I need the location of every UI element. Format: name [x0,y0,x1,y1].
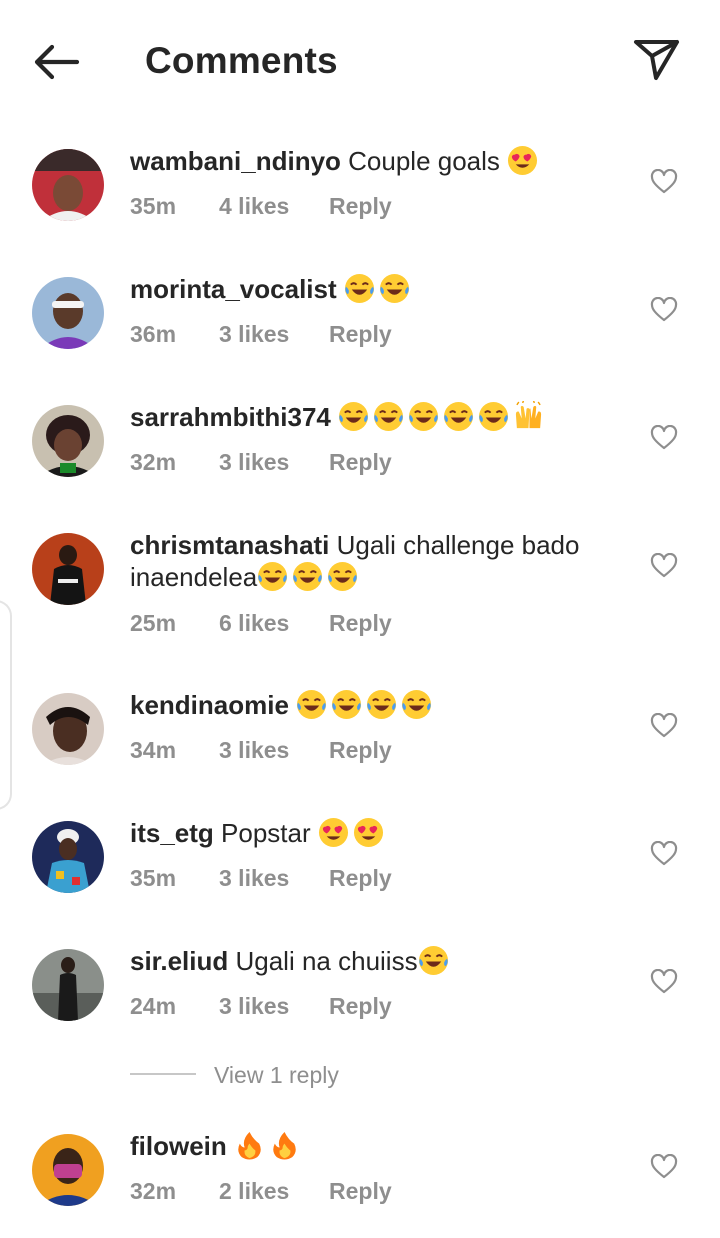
heart-eyes-emoji [507,145,538,176]
comment-likes[interactable]: 3 likes [219,993,289,1020]
tears-of-joy-emoji [344,273,375,304]
avatar[interactable] [32,149,104,221]
tears-of-joy-emoji [401,689,432,720]
avatar[interactable] [32,277,104,349]
heart-eyes-emoji [353,817,384,848]
avatar[interactable] [32,405,104,477]
heart-icon [650,552,678,578]
tears-of-joy-emoji [366,689,397,720]
heart-icon [650,296,678,322]
comment-likes[interactable]: 6 likes [219,610,289,637]
reply-button[interactable]: Reply [329,449,392,476]
comment-username[interactable]: kendinaomie [130,690,289,720]
comment-text: Ugali na chuiiss [228,946,418,976]
reply-button[interactable]: Reply [329,321,392,348]
raising-hands-emoji [513,399,544,432]
comment-username[interactable]: chrismtanashati [130,530,329,560]
back-button[interactable] [30,40,82,84]
comment-text [337,274,344,304]
tears-of-joy-emoji [296,689,327,720]
avatar[interactable] [32,1134,104,1206]
comment-username[interactable]: its_etg [130,818,214,848]
view-replies-divider [130,1073,196,1075]
like-button[interactable] [650,1153,678,1180]
comment-time: 36m [130,321,177,347]
like-button[interactable] [650,168,678,195]
comment-likes[interactable]: 3 likes [219,321,289,348]
heart-icon [650,968,678,994]
tears-of-joy-emoji [331,689,362,720]
comment-likes[interactable]: 3 likes [219,737,289,764]
heart-icon [650,1153,678,1179]
heart-icon [650,168,678,194]
comment-username[interactable]: sarrahmbithi374 [130,402,331,432]
tears-of-joy-emoji [379,273,410,304]
tears-of-joy-emoji [408,401,439,432]
tears-of-joy-emoji [338,401,369,432]
comment-text [227,1131,234,1161]
comment-time: 34m [130,737,177,763]
reply-button[interactable]: Reply [329,1178,392,1205]
comment-likes[interactable]: 3 likes [219,865,289,892]
arrow-left-icon [34,44,80,80]
avatar[interactable] [32,949,104,1021]
comment-time: 32m [130,449,177,475]
tears-of-joy-emoji [292,561,323,592]
reply-button[interactable]: Reply [329,993,392,1020]
tears-of-joy-emoji [418,945,449,976]
heart-icon [650,712,678,738]
paper-plane-icon [634,40,679,80]
avatar[interactable] [32,693,104,765]
comment-username[interactable]: filowein [130,1131,227,1161]
reply-button[interactable]: Reply [329,610,392,637]
comment-username[interactable]: sir.eliud [130,946,228,976]
comment-text [289,690,296,720]
like-button[interactable] [650,296,678,323]
avatar[interactable] [32,533,104,605]
heart-icon [650,424,678,450]
like-button[interactable] [650,968,678,995]
comment-time: 35m [130,865,177,891]
heart-icon [650,840,678,866]
comment-text: Popstar [213,818,318,848]
header: Comments [0,0,720,124]
tears-of-joy-emoji [257,561,288,592]
like-button[interactable] [650,712,678,739]
heart-eyes-emoji [318,817,349,848]
page-title: Comments [145,40,338,81]
comment-username[interactable]: morinta_vocalist [130,274,337,304]
like-button[interactable] [650,840,678,867]
edge-panel-handle[interactable] [0,600,12,810]
reply-button[interactable]: Reply [329,737,392,764]
comment-time: 35m [130,193,177,219]
fire-emoji [269,1130,300,1161]
avatar[interactable] [32,821,104,893]
tears-of-joy-emoji [327,561,358,592]
share-button[interactable] [630,36,682,84]
tears-of-joy-emoji [373,401,404,432]
comment-likes[interactable]: 4 likes [219,193,289,220]
comment-time: 25m [130,610,177,636]
tears-of-joy-emoji [443,401,474,432]
comment-time: 32m [130,1178,177,1204]
comment-time: 24m [130,993,177,1019]
comment-likes[interactable]: 3 likes [219,449,289,476]
reply-button[interactable]: Reply [329,865,392,892]
fire-emoji [234,1130,265,1161]
view-replies-label[interactable]: View 1 reply [214,1062,339,1089]
tears-of-joy-emoji [478,401,509,432]
like-button[interactable] [650,552,678,579]
comment-text: Couple goals [340,146,508,176]
reply-button[interactable]: Reply [329,193,392,220]
comment-username[interactable]: wambani_ndinyo [130,146,341,176]
like-button[interactable] [650,424,678,451]
comment-likes[interactable]: 2 likes [219,1178,289,1205]
comment-text [331,402,338,432]
